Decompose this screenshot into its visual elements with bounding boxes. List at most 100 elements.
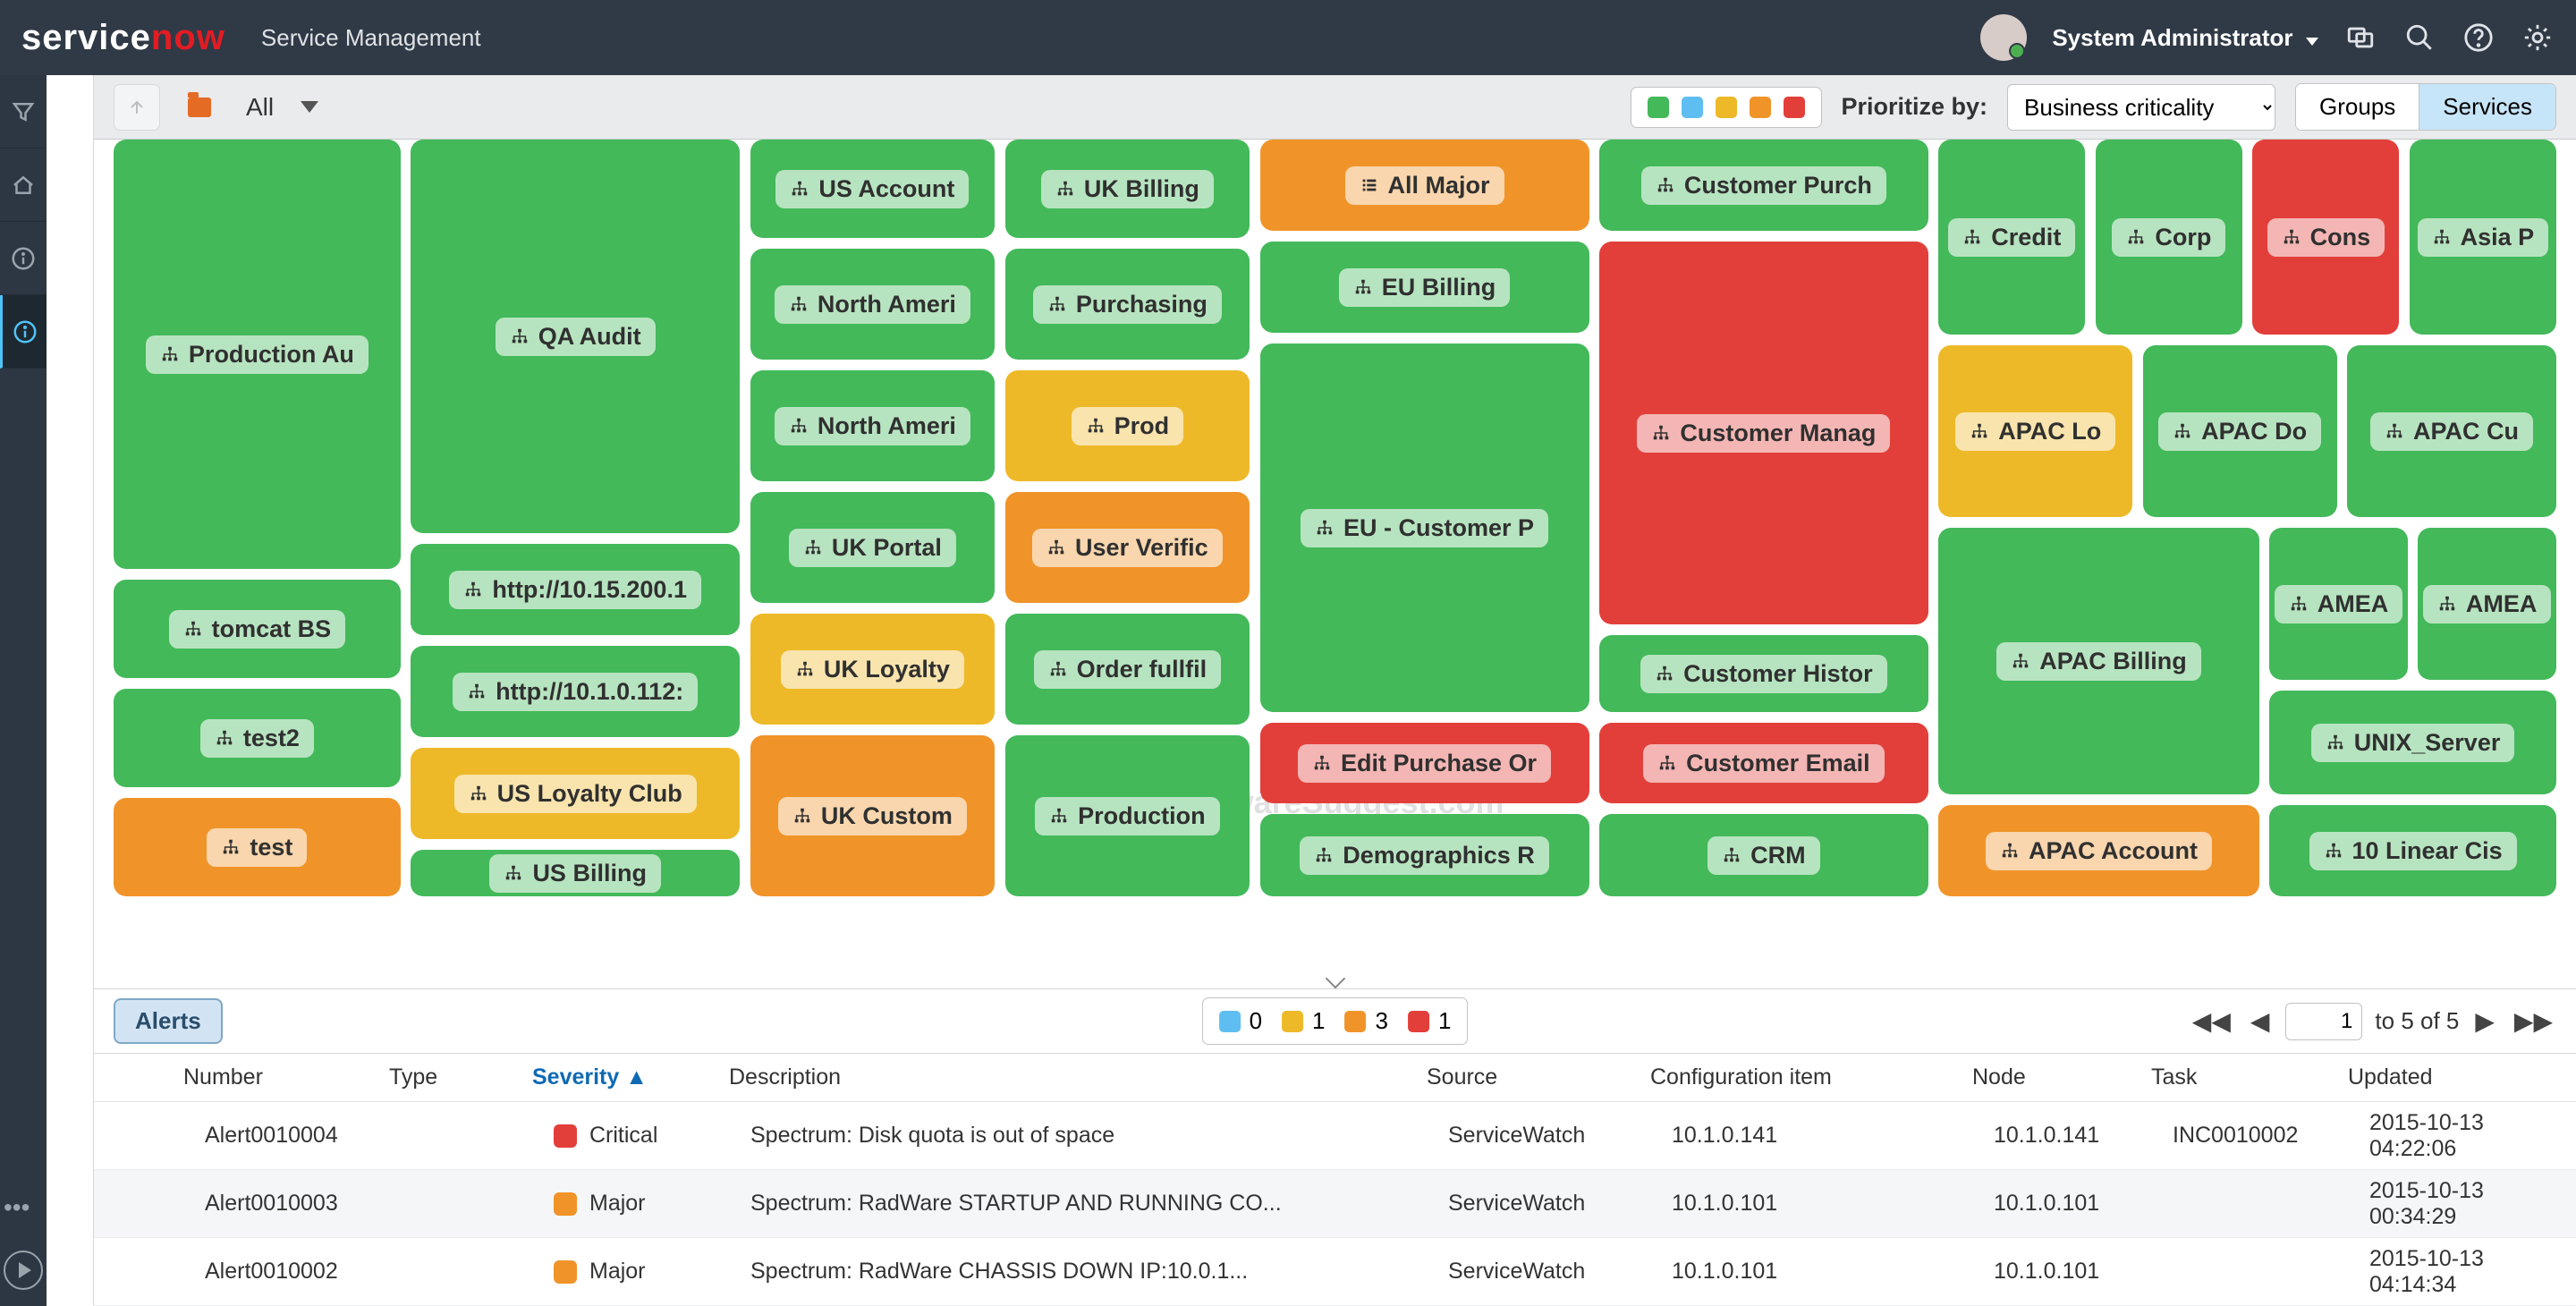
service-tile[interactable]: Customer Manag — [1599, 242, 1928, 624]
service-tile[interactable]: Edit Purchase Or — [1260, 723, 1589, 803]
col-config-item[interactable]: Configuration item — [1650, 1064, 1972, 1090]
pager-current-input[interactable] — [2285, 1003, 2362, 1040]
service-tile[interactable]: APAC Lo — [1938, 345, 2132, 517]
nav-more-icon[interactable]: ••• — [4, 1181, 43, 1234]
service-tile[interactable]: APAC Do — [2143, 345, 2337, 517]
service-tile[interactable]: US Billing — [411, 850, 740, 896]
service-tile[interactable]: UK Billing — [1005, 140, 1250, 238]
folder-breadcrumb[interactable] — [176, 84, 223, 131]
service-tile[interactable]: http://10.1.0.112: — [411, 646, 740, 737]
service-tile[interactable]: Customer Purch — [1599, 140, 1928, 231]
service-tile[interactable]: Production Au — [114, 140, 401, 569]
cell-ci: 10.1.0.101 — [1672, 1191, 1994, 1217]
service-tile[interactable]: APAC Cu — [2347, 345, 2556, 517]
service-tile[interactable]: test2 — [114, 689, 401, 787]
col-source[interactable]: Source — [1427, 1064, 1650, 1090]
nav-filter[interactable] — [0, 75, 47, 148]
service-tile[interactable]: Corp — [2096, 140, 2242, 335]
service-tile[interactable]: User Verific — [1005, 492, 1250, 603]
service-tile[interactable]: Cons — [2252, 140, 2399, 335]
service-tile[interactable]: test — [114, 798, 401, 896]
service-tile[interactable]: APAC Billing — [1938, 528, 2259, 794]
breadcrumb-caret-icon[interactable] — [301, 101, 318, 113]
hierarchy-icon — [1047, 294, 1067, 314]
table-row[interactable]: Alert0010003MajorSpectrum: RadWare START… — [94, 1170, 2576, 1238]
service-tile[interactable]: North Ameri — [750, 249, 996, 360]
pager-first-icon[interactable]: ◀◀ — [2189, 1006, 2234, 1036]
pager-last-icon[interactable]: ▶▶ — [2511, 1006, 2556, 1036]
service-tile[interactable]: US Loyalty Club — [411, 748, 740, 839]
hierarchy-icon — [1046, 538, 1066, 557]
col-updated[interactable]: Updated — [2348, 1064, 2576, 1090]
service-tile[interactable]: 10 Linear Cis — [2269, 805, 2556, 896]
tile-label-pill: US Account — [775, 170, 969, 208]
cell-severity: Major — [554, 1259, 750, 1285]
tile-label-pill: test — [207, 828, 307, 867]
service-tile[interactable]: Customer Histor — [1599, 635, 1928, 712]
hierarchy-icon — [789, 294, 809, 314]
col-node[interactable]: Node — [1972, 1064, 2151, 1090]
service-tile[interactable]: Order fullfil — [1005, 614, 1250, 725]
view-groups-button[interactable]: Groups — [2296, 84, 2419, 130]
pane-splitter[interactable] — [94, 972, 2576, 988]
service-tile[interactable]: CRM — [1599, 814, 1928, 896]
table-row[interactable]: Alert0010002MajorSpectrum: RadWare CHASS… — [94, 1238, 2576, 1306]
nav-info-active[interactable] — [0, 295, 47, 369]
service-tile[interactable]: Production — [1005, 735, 1250, 896]
service-tile[interactable]: EU - Customer P — [1260, 343, 1589, 712]
col-severity[interactable]: Severity ▲ — [532, 1064, 729, 1090]
col-description[interactable]: Description — [729, 1064, 1427, 1090]
tile-label-pill: North Ameri — [775, 285, 970, 324]
service-tile[interactable]: UK Loyalty — [750, 614, 996, 725]
pager-next-icon[interactable]: ▶ — [2471, 1006, 2498, 1036]
service-tile[interactable]: APAC Account — [1938, 805, 2259, 896]
hierarchy-icon — [2289, 594, 2309, 614]
alerts-tab[interactable]: Alerts — [114, 998, 223, 1044]
col-number[interactable]: Number — [183, 1064, 389, 1090]
tile-label-pill: QA Audit — [496, 318, 656, 356]
service-tile[interactable]: All Major — [1260, 140, 1589, 231]
service-tile[interactable]: UK Custom — [750, 735, 996, 896]
service-tile[interactable]: Demographics R — [1260, 814, 1589, 896]
nav-play-icon[interactable] — [4, 1251, 43, 1290]
cell-severity: Major — [554, 1191, 750, 1217]
service-tile[interactable]: UK Portal — [750, 492, 996, 603]
help-icon[interactable] — [2462, 21, 2496, 55]
service-tile[interactable]: Credit — [1938, 140, 2085, 335]
service-tile[interactable]: AMEA — [2269, 528, 2408, 680]
tile-label-pill: Credit — [1948, 218, 2075, 257]
hierarchy-icon — [803, 538, 823, 557]
avatar[interactable] — [1980, 14, 2027, 61]
view-services-button[interactable]: Services — [2419, 84, 2555, 130]
service-tile[interactable]: US Account — [750, 140, 996, 238]
service-tile[interactable]: tomcat BS — [114, 580, 401, 678]
service-tile[interactable]: EU Billing — [1260, 242, 1589, 333]
service-tile[interactable]: Customer Email — [1599, 723, 1928, 803]
table-row[interactable]: Alert0010004CriticalSpectrum: Disk quota… — [94, 1102, 2576, 1170]
service-tile[interactable]: UNIX_Server — [2269, 691, 2556, 794]
hierarchy-icon — [504, 863, 523, 883]
service-tile[interactable]: QA Audit — [411, 140, 740, 533]
prioritize-by-select[interactable]: Business criticality — [2007, 84, 2275, 131]
service-tile[interactable]: AMEA — [2418, 528, 2556, 680]
nav-info[interactable] — [0, 222, 47, 295]
pager-prev-icon[interactable]: ◀ — [2247, 1006, 2274, 1036]
service-tile[interactable]: Asia P — [2410, 140, 2556, 335]
cell-description: Spectrum: Disk quota is out of space — [750, 1123, 1448, 1149]
service-tile[interactable]: http://10.15.200.1 — [411, 544, 740, 635]
col-task[interactable]: Task — [2151, 1064, 2348, 1090]
breadcrumb-label[interactable]: All — [246, 93, 274, 122]
hierarchy-icon — [215, 728, 234, 748]
nav-home[interactable] — [0, 148, 47, 222]
service-tile[interactable]: Purchasing — [1005, 249, 1250, 360]
connect-chat-icon[interactable] — [2343, 21, 2377, 55]
cell-ci: 10.1.0.101 — [1672, 1259, 1994, 1285]
col-type[interactable]: Type — [389, 1064, 532, 1090]
gear-icon[interactable] — [2521, 21, 2555, 55]
hierarchy-icon — [1970, 421, 1989, 441]
service-tile[interactable]: Prod — [1005, 370, 1250, 481]
user-menu[interactable]: System Administrator — [2052, 24, 2318, 52]
up-button[interactable] — [114, 84, 160, 131]
search-icon[interactable] — [2402, 21, 2436, 55]
service-tile[interactable]: North Ameri — [750, 370, 996, 481]
